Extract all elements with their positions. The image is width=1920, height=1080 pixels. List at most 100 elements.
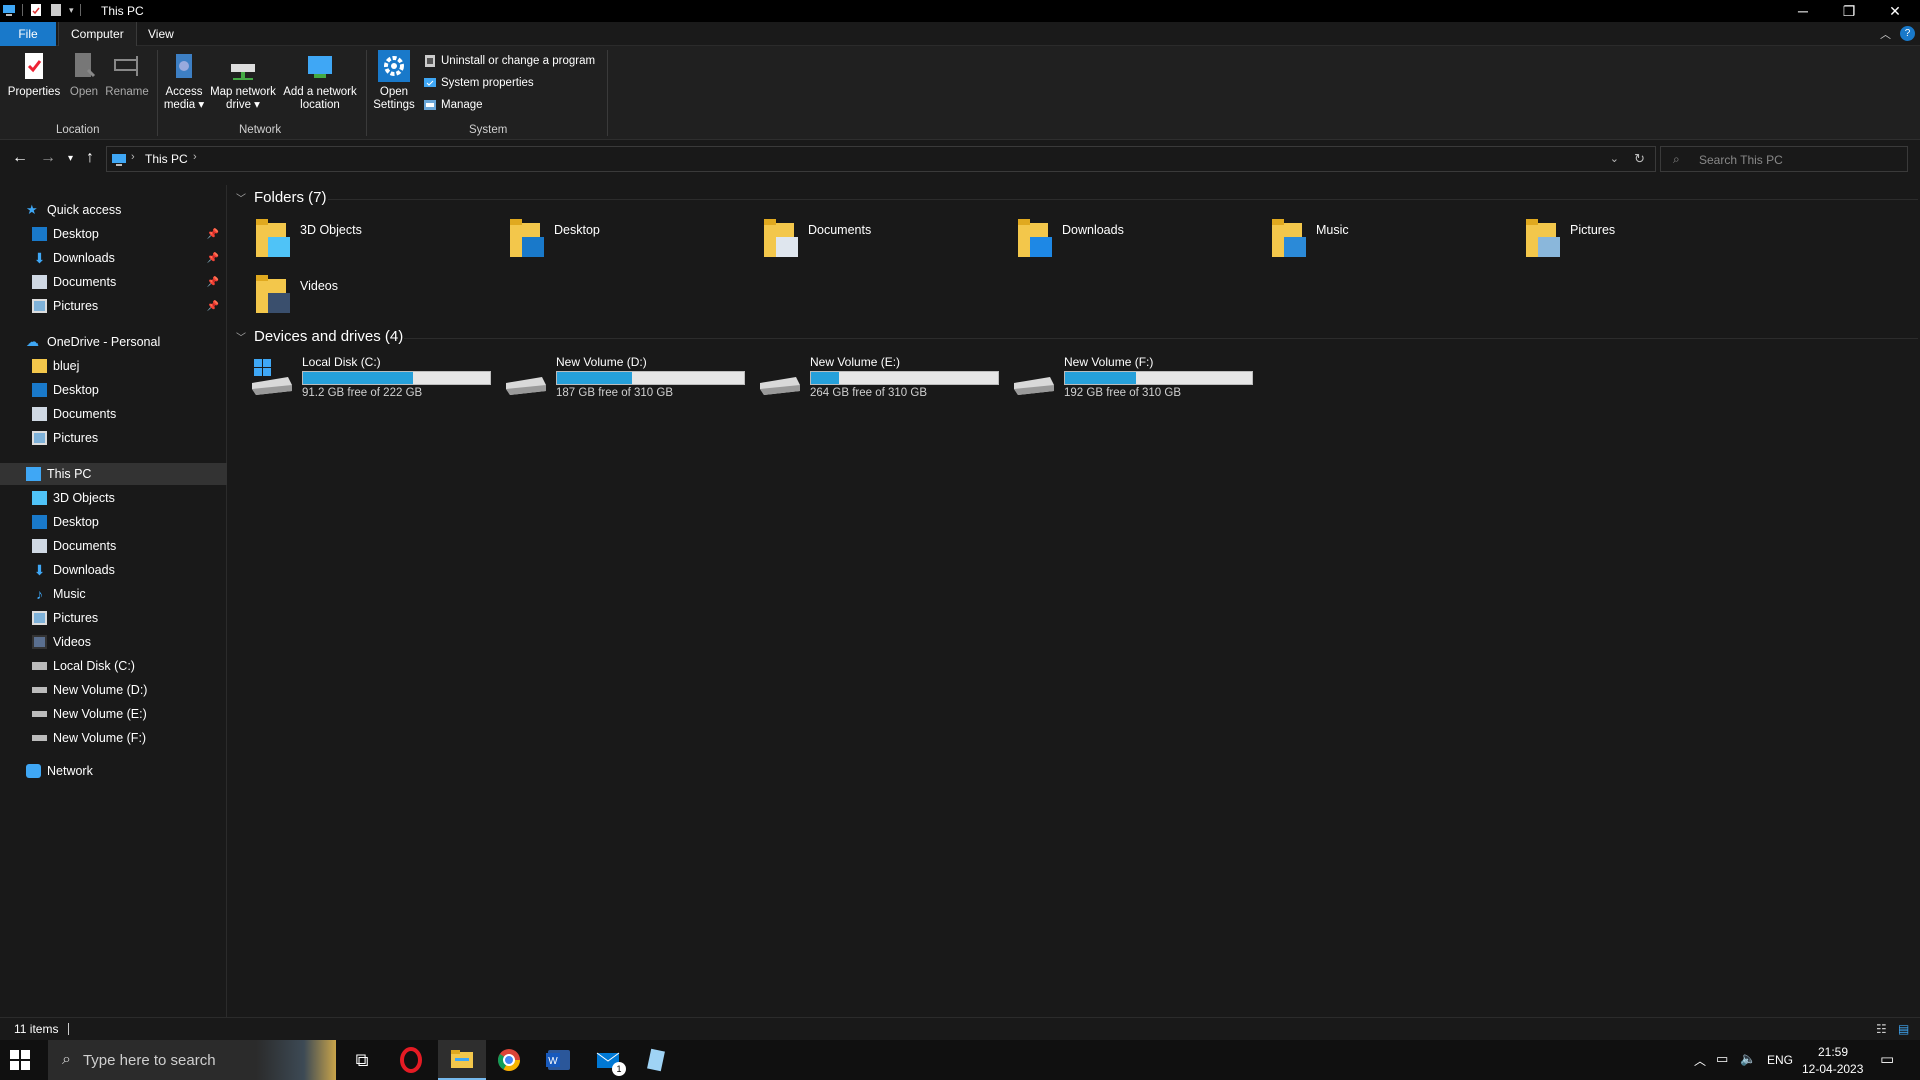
pin-icon[interactable]: 📌 xyxy=(207,229,219,240)
search-input[interactable]: Search This PC xyxy=(1699,153,1783,167)
sidebar-item-this-pc[interactable]: This PC xyxy=(0,463,227,485)
folder-name: 3D Objects xyxy=(300,223,362,237)
pin-icon[interactable]: 📌 xyxy=(207,301,219,312)
folder-tile-desktop[interactable]: Desktop xyxy=(508,217,748,263)
tab-view[interactable]: View xyxy=(136,22,186,46)
new-folder-icon[interactable] xyxy=(49,3,63,17)
folder-tile-downloads[interactable]: Downloads xyxy=(1016,217,1256,263)
system-properties-button[interactable]: System properties xyxy=(423,76,534,90)
folders-section-header[interactable]: ﹀ Folders (7) xyxy=(236,189,327,206)
sidebar-item-volume-d[interactable]: New Volume (D:) xyxy=(0,679,227,701)
folder-tile-music[interactable]: Music xyxy=(1270,217,1510,263)
sidebar-item-onedrive-desktop[interactable]: Desktop xyxy=(0,379,227,401)
tab-computer[interactable]: Computer xyxy=(58,22,137,46)
search-box[interactable]: ⌕ Search This PC xyxy=(1660,146,1908,172)
drive-tile-volume-f[interactable]: New Volume (F:) 192 GB free of 310 GB xyxy=(1012,355,1262,401)
drive-usage-bar xyxy=(810,371,999,385)
opera-browser-icon[interactable] xyxy=(397,1046,425,1074)
chrome-browser-icon[interactable] xyxy=(495,1046,523,1074)
help-icon[interactable]: ? xyxy=(1900,26,1915,41)
rename-icon xyxy=(114,56,138,76)
sidebar-item-pc-downloads[interactable]: ⬇ Downloads xyxy=(0,559,227,581)
properties-button[interactable]: Properties xyxy=(6,50,62,99)
system-properties-icon xyxy=(424,78,436,87)
section-divider xyxy=(328,199,1918,200)
sidebar-item-network[interactable]: Network xyxy=(0,760,227,782)
show-hidden-icons-icon[interactable]: ︿ xyxy=(1694,1052,1706,1069)
sidebar-item-onedrive-pictures[interactable]: Pictures xyxy=(0,427,227,449)
windows-start-icon[interactable] xyxy=(10,1050,30,1070)
address-bar[interactable]: › This PC › ⌄ ↻ xyxy=(106,146,1656,172)
sidebar-item-pc-pictures[interactable]: Pictures xyxy=(0,607,227,629)
customize-toolbar-icon[interactable]: ▾ xyxy=(69,5,74,16)
sidebar-item-downloads[interactable]: ⬇ Downloads 📌 xyxy=(0,247,227,269)
manage-button[interactable]: Manage xyxy=(423,98,483,112)
network-status-icon[interactable]: ▭ xyxy=(1716,1051,1728,1067)
collapse-ribbon-icon[interactable]: ︿ xyxy=(1880,26,1891,42)
map-network-drive-button[interactable]: Map network drive ▾ xyxy=(208,50,278,112)
sidebar-item-volume-e[interactable]: New Volume (E:) xyxy=(0,703,227,725)
taskbar-search-input[interactable]: Type here to search xyxy=(83,1052,216,1069)
uninstall-program-button[interactable]: Uninstall or change a program xyxy=(423,54,595,68)
forward-button[interactable]: → xyxy=(40,149,56,167)
back-button[interactable]: ← xyxy=(12,149,28,167)
close-button[interactable]: ✕ xyxy=(1872,0,1918,22)
clock-date[interactable]: 12-04-2023 xyxy=(1802,1062,1863,1076)
pin-icon[interactable]: 📌 xyxy=(207,253,219,264)
drive-icon xyxy=(32,711,47,717)
open-button[interactable]: Open xyxy=(66,50,102,99)
sidebar-item-pictures[interactable]: Pictures 📌 xyxy=(0,295,227,317)
microsoft-word-icon[interactable]: W xyxy=(544,1046,572,1074)
access-media-button[interactable]: Access media ▾ xyxy=(162,50,206,112)
drives-section-header[interactable]: ﹀ Devices and drives (4) xyxy=(236,328,403,345)
drive-tile-volume-e[interactable]: New Volume (E:) 264 GB free of 310 GB xyxy=(758,355,1008,401)
folder-tile-videos[interactable]: Videos xyxy=(254,273,494,319)
folder-tile-3d-objects[interactable]: 3D Objects xyxy=(254,217,494,263)
volume-icon[interactable]: 🔈 xyxy=(1740,1051,1756,1067)
drive-tile-volume-d[interactable]: New Volume (D:) 187 GB free of 310 GB xyxy=(504,355,754,401)
restore-button[interactable]: ❐ xyxy=(1826,0,1872,22)
sidebar-item-pc-documents[interactable]: Documents xyxy=(0,535,227,557)
task-view-icon[interactable]: ⧉ xyxy=(348,1046,376,1074)
address-dropdown-icon[interactable]: ⌄ xyxy=(1610,152,1619,165)
rename-button[interactable]: Rename xyxy=(104,50,150,99)
taskbar-search[interactable]: ⌕ Type here to search xyxy=(48,1040,336,1080)
clock-time[interactable]: 21:59 xyxy=(1818,1045,1848,1059)
sidebar-item-documents[interactable]: Documents 📌 xyxy=(0,271,227,293)
status-separator xyxy=(68,1023,69,1035)
notepad-icon[interactable] xyxy=(642,1046,670,1074)
sidebar-item-3d-objects[interactable]: 3D Objects xyxy=(0,487,227,509)
breadcrumb-this-pc[interactable]: This PC xyxy=(145,152,188,166)
properties-icon[interactable] xyxy=(29,3,43,17)
minimize-button[interactable]: ─ xyxy=(1780,0,1826,22)
sidebar-item-volume-f[interactable]: New Volume (F:) xyxy=(0,727,227,749)
sidebar-item-local-disk-c[interactable]: Local Disk (C:) xyxy=(0,655,227,677)
desktop-icon xyxy=(32,515,47,529)
sidebar-item-onedrive-documents[interactable]: Documents xyxy=(0,403,227,425)
sidebar-item-music[interactable]: ♪ Music xyxy=(0,583,227,605)
action-center-icon[interactable]: ▭ xyxy=(1880,1050,1894,1068)
sidebar-item-videos[interactable]: Videos xyxy=(0,631,227,653)
folder-tile-pictures[interactable]: Pictures xyxy=(1524,217,1764,263)
sidebar-item-quick-access[interactable]: ★ Quick access xyxy=(0,199,227,221)
refresh-icon[interactable]: ↻ xyxy=(1634,151,1645,167)
details-view-icon[interactable]: ☷ xyxy=(1876,1022,1887,1036)
tab-file[interactable]: File xyxy=(0,22,56,46)
add-network-location-button[interactable]: Add a network location xyxy=(280,50,360,112)
hard-drive-icon xyxy=(760,377,800,395)
open-settings-button[interactable]: Open Settings xyxy=(372,50,416,112)
sidebar-item-onedrive[interactable]: ☁ OneDrive - Personal xyxy=(0,331,227,353)
sidebar-item-bluej[interactable]: bluej xyxy=(0,355,227,377)
recent-locations-button[interactable]: ▾ xyxy=(68,153,73,164)
large-icons-view-icon[interactable]: ▤ xyxy=(1898,1022,1909,1036)
drive-free-space: 187 GB free of 310 GB xyxy=(556,387,673,399)
language-indicator[interactable]: ENG xyxy=(1767,1053,1793,1067)
pin-icon[interactable]: 📌 xyxy=(207,277,219,288)
sidebar-item-desktop[interactable]: Desktop 📌 xyxy=(0,223,227,245)
folder-tile-documents[interactable]: Documents xyxy=(762,217,1002,263)
drive-tile-local-disk-c[interactable]: Local Disk (C:) 91.2 GB free of 222 GB xyxy=(250,355,500,401)
sidebar-item-pc-desktop[interactable]: Desktop xyxy=(0,511,227,533)
cloud-icon: ☁ xyxy=(26,334,39,349)
up-button[interactable]: ↑ xyxy=(86,149,94,167)
file-explorer-taskbar-button[interactable] xyxy=(438,1040,486,1080)
